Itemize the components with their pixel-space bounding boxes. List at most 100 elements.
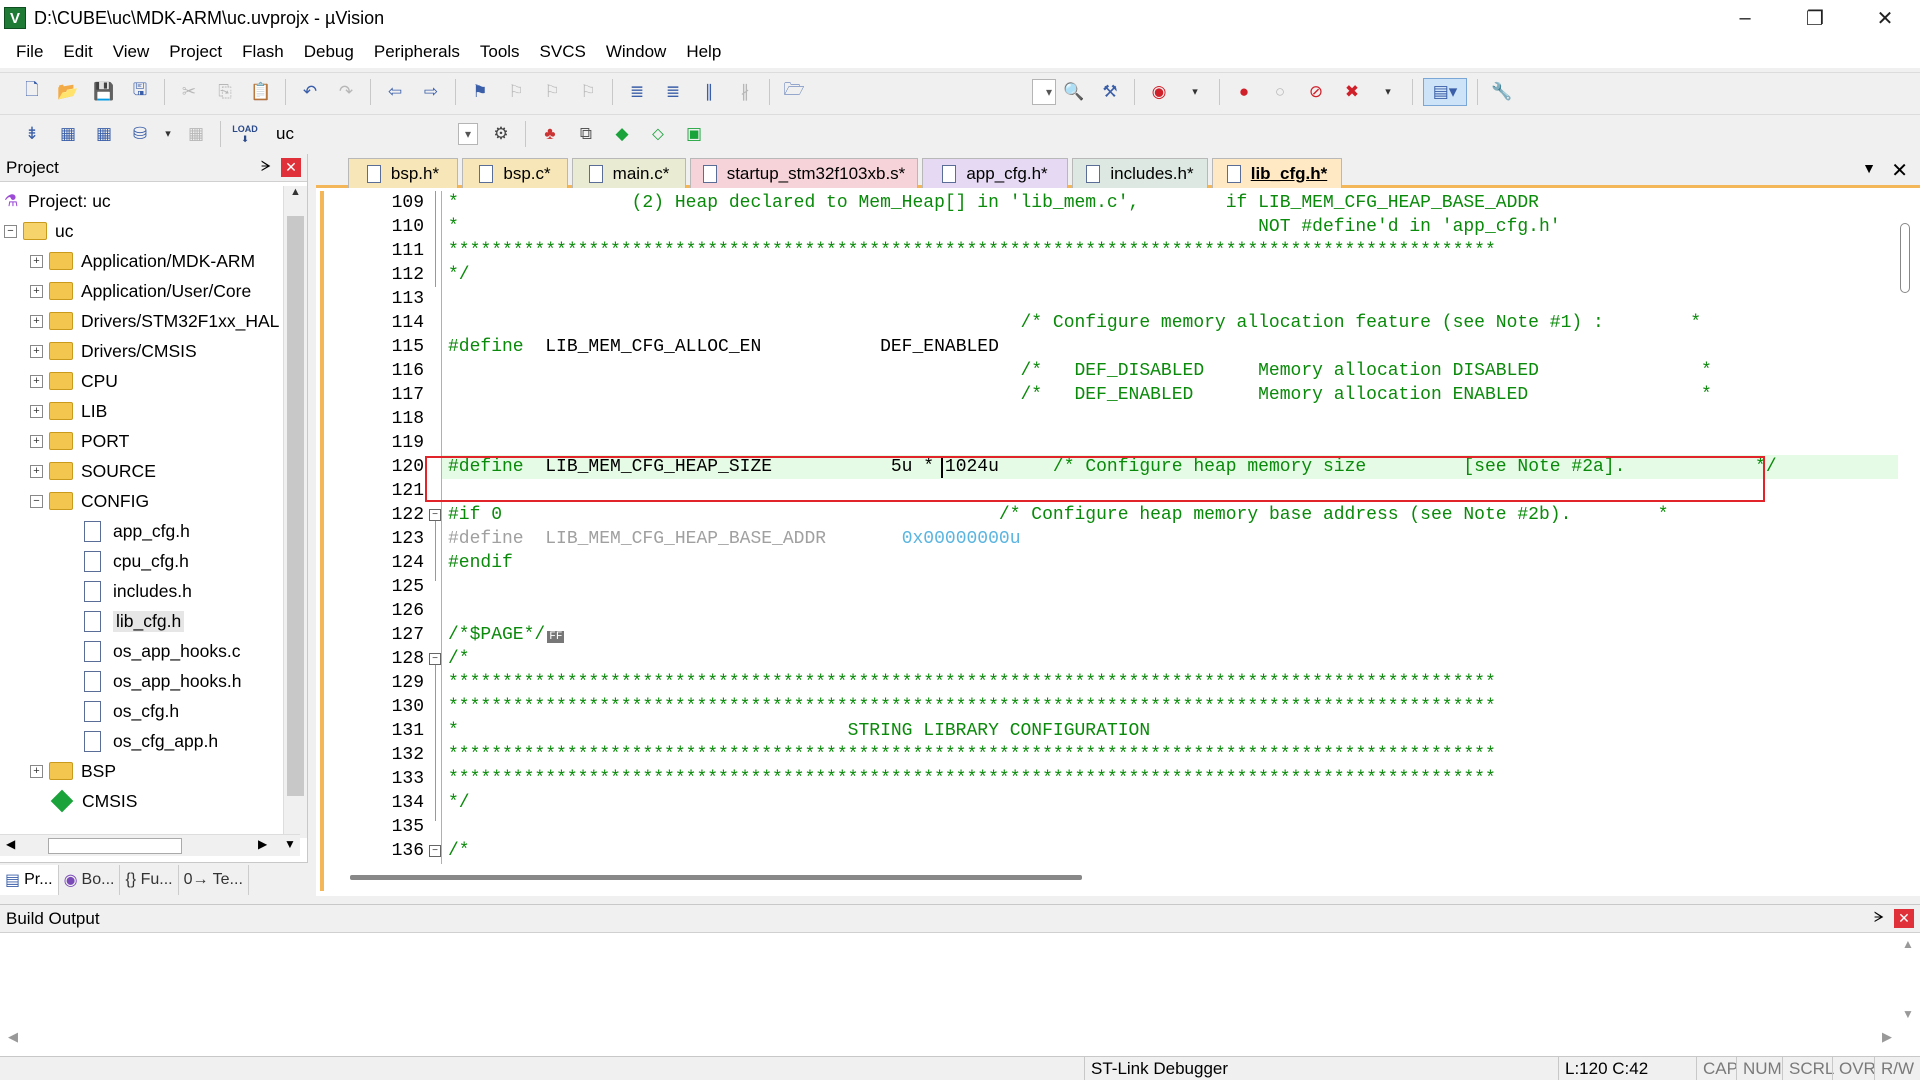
expand-icon[interactable]: + bbox=[30, 434, 43, 448]
prev-bookmark-icon[interactable]: ⚐ bbox=[502, 78, 530, 106]
window-layout-icon[interactable]: ▤▾ bbox=[1423, 77, 1467, 106]
uncomment-icon[interactable]: ∦ bbox=[731, 78, 759, 106]
scroll-down-icon[interactable]: ▼ bbox=[1902, 1007, 1914, 1021]
stop-build-icon[interactable]: ▦ bbox=[182, 120, 210, 148]
tree-file[interactable]: os_app_hooks.h bbox=[84, 666, 241, 696]
debug-session-icon[interactable]: ◉ bbox=[1145, 78, 1173, 106]
manage-project-items-icon[interactable]: ♣ bbox=[536, 120, 564, 148]
code-text[interactable]: * (2) Heap declared to Mem_Heap[] in 'li… bbox=[442, 191, 1902, 864]
incremental-find-icon[interactable]: 🔍 bbox=[1060, 78, 1088, 106]
new-file-icon[interactable]: 🗋 bbox=[18, 78, 46, 106]
tab-project[interactable]: ▤ Pr... bbox=[0, 864, 59, 895]
chevron-down-icon[interactable]: ▾ bbox=[162, 120, 174, 148]
scroll-up-icon[interactable]: ▲ bbox=[1902, 937, 1914, 951]
menu-flash[interactable]: Flash bbox=[232, 36, 294, 68]
scroll-up-icon[interactable]: ▲ bbox=[284, 186, 307, 198]
expand-icon[interactable]: + bbox=[30, 314, 43, 328]
expand-icon[interactable]: + bbox=[30, 404, 43, 418]
menu-svcs[interactable]: SVCS bbox=[530, 36, 596, 68]
menu-help[interactable]: Help bbox=[676, 36, 731, 68]
download-icon[interactable]: LOAD ⬇ bbox=[231, 120, 259, 148]
tab-books[interactable]: ◉ Bo... bbox=[59, 864, 121, 895]
tree-file[interactable]: app_cfg.h bbox=[84, 516, 190, 546]
collapse-icon[interactable]: − bbox=[30, 494, 43, 508]
tree-group[interactable]: + CPU bbox=[30, 366, 118, 396]
expand-icon[interactable]: + bbox=[30, 764, 43, 778]
fold-collapse-icon[interactable]: − bbox=[429, 845, 441, 857]
tree-file[interactable]: includes.h bbox=[84, 576, 192, 606]
tree-group[interactable]: + PORT bbox=[30, 426, 129, 456]
undo-icon[interactable]: ↶ bbox=[296, 78, 324, 106]
maximize-button[interactable]: ❐ bbox=[1780, 0, 1850, 36]
tree-cmsis[interactable]: CMSIS bbox=[50, 786, 137, 816]
tree-group[interactable]: + LIB bbox=[30, 396, 107, 426]
unindent-icon[interactable]: ≣ bbox=[659, 78, 687, 106]
tree-horizontal-scrollbar[interactable]: ◀ ▶ ▼ bbox=[0, 834, 300, 856]
pin-icon[interactable]: ᗒ bbox=[1874, 909, 1884, 926]
expand-icon[interactable]: + bbox=[30, 254, 43, 268]
configure-tools-icon[interactable]: 🔧 bbox=[1488, 78, 1516, 106]
scroll-left-icon[interactable]: ◀ bbox=[6, 837, 15, 851]
code-horizontal-scrollbar[interactable] bbox=[350, 871, 1910, 885]
tree-group-config[interactable]: − CONFIG bbox=[30, 486, 149, 516]
fold-collapse-icon[interactable]: − bbox=[429, 653, 441, 665]
tree-project-root[interactable]: ⚗ Project: uc bbox=[4, 186, 111, 216]
expand-icon[interactable]: + bbox=[30, 344, 43, 358]
scrollbar-thumb[interactable] bbox=[1900, 223, 1910, 293]
menu-peripherals[interactable]: Peripherals bbox=[364, 36, 470, 68]
comment-icon[interactable]: ∥ bbox=[695, 78, 723, 106]
minimize-button[interactable]: – bbox=[1710, 0, 1780, 36]
next-bookmark-icon[interactable]: ⚐ bbox=[538, 78, 566, 106]
enable-breakpoint-icon[interactable]: ○ bbox=[1266, 78, 1294, 106]
menu-edit[interactable]: Edit bbox=[53, 36, 102, 68]
pin-icon[interactable]: ᗒ bbox=[261, 158, 271, 175]
close-icon[interactable]: ✕ bbox=[281, 158, 301, 177]
select-software-packs-icon[interactable]: ⬦ bbox=[644, 120, 672, 148]
batch-build-icon[interactable]: ⛁ bbox=[126, 120, 154, 148]
tree-file[interactable]: cpu_cfg.h bbox=[84, 546, 189, 576]
translate-icon[interactable]: ⇟ bbox=[18, 120, 46, 148]
menu-file[interactable]: File bbox=[6, 36, 53, 68]
scrollbar-thumb[interactable] bbox=[287, 216, 304, 796]
build-output-vertical-scrollbar[interactable]: ▲ ▼ bbox=[1896, 935, 1920, 1027]
menu-window[interactable]: Window bbox=[596, 36, 676, 68]
editor-tab-startup[interactable]: startup_stm32f103xb.s* bbox=[690, 158, 918, 188]
scroll-down-icon[interactable]: ▼ bbox=[284, 837, 296, 851]
bookmark-icon[interactable]: ⚑ bbox=[466, 78, 494, 106]
code-editor[interactable]: 109 110 111 112 113 114 115 116 117 118 … bbox=[320, 191, 1912, 891]
editor-tab-bsp-c[interactable]: bsp.c* bbox=[462, 158, 568, 188]
expand-icon[interactable]: + bbox=[30, 374, 43, 388]
menu-project[interactable]: Project bbox=[159, 36, 232, 68]
tree-file[interactable]: os_cfg_app.h bbox=[84, 726, 218, 756]
close-window-button[interactable]: ✕ bbox=[1850, 0, 1920, 36]
tree-group[interactable]: + Drivers/CMSIS bbox=[30, 336, 197, 366]
manage-multi-project-icon[interactable]: ⧉ bbox=[572, 120, 600, 148]
pack-installer-icon[interactable]: ▣ bbox=[680, 120, 708, 148]
manage-run-time-environment-icon[interactable]: ◆ bbox=[608, 120, 636, 148]
chevron-down-icon[interactable]: ▾ bbox=[1374, 78, 1402, 106]
menu-debug[interactable]: Debug bbox=[294, 36, 364, 68]
navigate-back-icon[interactable]: ⇦ bbox=[381, 78, 409, 106]
chevron-down-icon[interactable]: ▾ bbox=[1181, 78, 1209, 106]
indent-icon[interactable]: ≣ bbox=[623, 78, 651, 106]
editor-tab-app-cfg[interactable]: app_cfg.h* bbox=[922, 158, 1068, 188]
save-all-icon[interactable]: 🖫 bbox=[126, 78, 154, 106]
fold-collapse-icon[interactable]: − bbox=[429, 509, 441, 521]
save-icon[interactable]: 💾 bbox=[90, 78, 118, 106]
paste-icon[interactable]: 📋 bbox=[247, 78, 275, 106]
collapse-icon[interactable]: − bbox=[4, 224, 17, 238]
copy-icon[interactable]: ⎘ bbox=[211, 78, 239, 106]
tree-file[interactable]: os_cfg.h bbox=[84, 696, 179, 726]
target-options-icon[interactable]: ⚙ bbox=[487, 120, 515, 148]
editor-tab-includes[interactable]: includes.h* bbox=[1072, 158, 1208, 188]
menu-view[interactable]: View bbox=[103, 36, 160, 68]
rebuild-icon[interactable]: ▦ bbox=[90, 120, 118, 148]
disable-breakpoints-icon[interactable]: ⊘ bbox=[1302, 78, 1330, 106]
tree-target[interactable]: − uc bbox=[4, 216, 73, 246]
open-file-icon[interactable]: 📂 bbox=[54, 78, 82, 106]
tree-group[interactable]: + Application/MDK-ARM bbox=[30, 246, 255, 276]
editor-tab-lib-cfg-active[interactable]: lib_cfg.h* bbox=[1212, 158, 1342, 188]
tree-file-selected[interactable]: lib_cfg.h bbox=[84, 606, 185, 636]
tree-file[interactable]: os_app_hooks.c bbox=[84, 636, 240, 666]
build-output-horizontal-scrollbar[interactable]: ◀ ▶ bbox=[0, 1027, 1896, 1049]
